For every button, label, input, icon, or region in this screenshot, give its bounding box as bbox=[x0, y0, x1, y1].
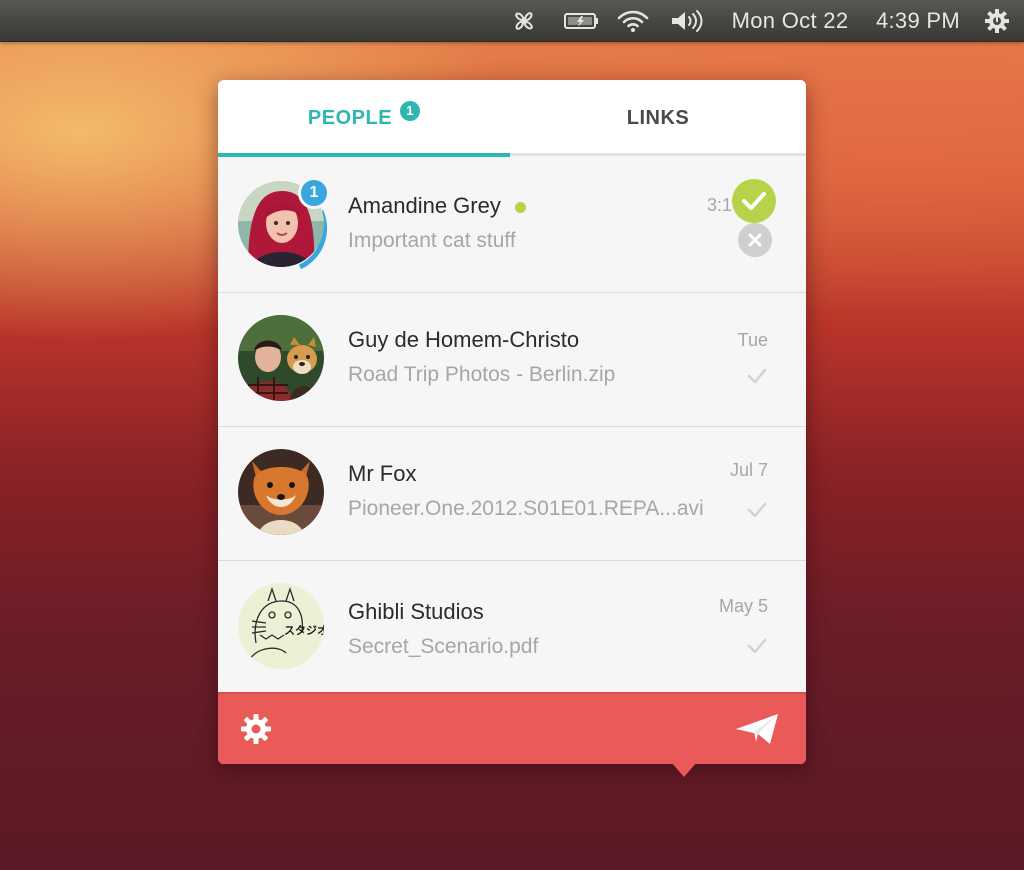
list-item[interactable]: 1 Amandine Grey Important cat stuff 3:1 bbox=[218, 159, 806, 293]
contact-name: Guy de Homem-Christo bbox=[348, 327, 580, 352]
clock-time[interactable]: 4:39 PM bbox=[872, 0, 964, 42]
active-tab-indicator bbox=[218, 153, 510, 157]
file-name: Secret_Scenario.pdf bbox=[348, 635, 539, 658]
check-icon bbox=[747, 368, 767, 384]
avatar-with-badge: 1 bbox=[238, 177, 330, 273]
popover-pointer bbox=[671, 762, 697, 777]
contact-name: Mr Fox bbox=[348, 461, 417, 486]
messaging-popover: PEOPLE 1 LINKS 1 Amandine Grey Important… bbox=[218, 80, 806, 764]
list-item[interactable]: Mr Fox Pioneer.One.2012.S01E01.REPA...av… bbox=[218, 427, 806, 561]
avatar: スタジオ STUDIO bbox=[238, 583, 324, 669]
file-name: Road Trip Photos - Berlin.zip bbox=[348, 363, 616, 386]
send-paper-plane-icon[interactable] bbox=[734, 710, 782, 748]
message-preview: Important cat stuff bbox=[348, 229, 516, 252]
contact-name: Ghibli Studios bbox=[348, 599, 484, 624]
decline-icon[interactable] bbox=[738, 223, 772, 257]
battery-icon[interactable] bbox=[563, 0, 601, 42]
unread-badge: 1 bbox=[298, 177, 330, 209]
people-count-badge: 1 bbox=[400, 101, 421, 121]
check-icon bbox=[747, 638, 767, 654]
settings-gear-icon[interactable] bbox=[238, 711, 274, 747]
top-panel: Mon Oct 22 4:39 PM bbox=[0, 0, 1024, 42]
tab-links[interactable]: LINKS bbox=[510, 80, 806, 156]
contact-name-container: Amandine Grey bbox=[348, 193, 526, 219]
tab-bar: PEOPLE 1 LINKS bbox=[218, 80, 806, 157]
contact-name: Amandine Grey bbox=[348, 193, 501, 218]
system-gear-icon[interactable] bbox=[982, 0, 1012, 42]
avatar bbox=[238, 315, 324, 401]
tab-links-label: LINKS bbox=[626, 106, 690, 129]
message-time: Jul 7 bbox=[729, 460, 768, 480]
volume-icon[interactable] bbox=[668, 0, 706, 42]
online-status-dot bbox=[514, 201, 526, 213]
clock-date[interactable]: Mon Oct 22 bbox=[726, 0, 854, 42]
popover-footer bbox=[218, 692, 806, 764]
tab-people[interactable]: PEOPLE 1 bbox=[218, 80, 510, 156]
wifi-icon[interactable] bbox=[615, 0, 651, 42]
message-time: 3:1 bbox=[706, 195, 732, 215]
messaging-icon[interactable] bbox=[508, 0, 540, 42]
avatar bbox=[238, 449, 324, 535]
accept-icon[interactable] bbox=[732, 179, 776, 223]
message-time: Tue bbox=[737, 330, 768, 350]
list-item[interactable]: Guy de Homem-Christo Road Trip Photos - … bbox=[218, 293, 806, 427]
list-item[interactable]: スタジオ STUDIO Ghibli Studios Secret_Scenar… bbox=[218, 561, 806, 693]
tab-people-label: PEOPLE bbox=[307, 106, 393, 129]
message-time: May 5 bbox=[718, 596, 768, 616]
file-name: Pioneer.One.2012.S01E01.REPA...avi bbox=[348, 497, 704, 520]
check-icon bbox=[747, 502, 767, 518]
studio-logo-text: スタジオ STUDIO bbox=[284, 625, 324, 637]
